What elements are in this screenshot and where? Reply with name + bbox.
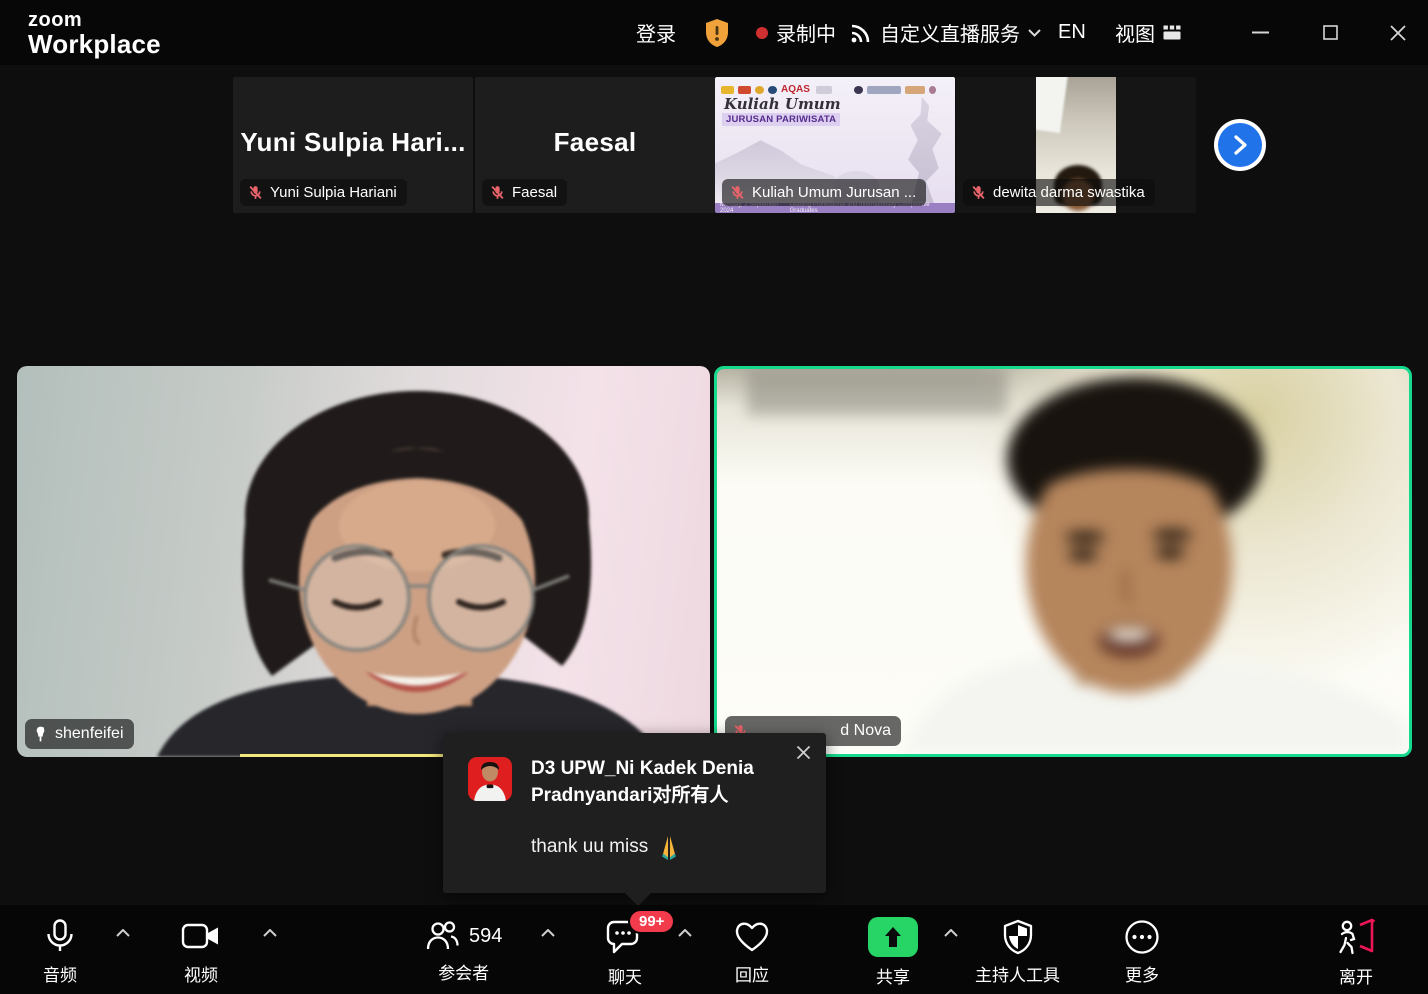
participant-display-name: Faesal xyxy=(475,127,715,158)
chat-options-chevron[interactable] xyxy=(678,929,692,937)
security-warning-icon[interactable] xyxy=(704,0,730,65)
video-button[interactable]: 视频 xyxy=(181,919,221,986)
audio-options-chevron[interactable] xyxy=(116,929,130,937)
main-video-tile-left[interactable]: shenfeifei xyxy=(17,366,710,757)
participants-icon xyxy=(425,919,459,953)
participants-options-chevron[interactable] xyxy=(541,929,555,937)
participants-count: 594 xyxy=(469,925,502,948)
minimize-button[interactable] xyxy=(1230,0,1290,65)
login-button[interactable]: 登录 xyxy=(636,0,676,65)
reactions-button[interactable]: 回应 xyxy=(733,919,771,986)
close-popup-button[interactable] xyxy=(790,739,816,765)
participant-video-thumbnail[interactable]: dewita darma swastika xyxy=(956,77,1196,213)
shared-poster-thumbnail[interactable]: AQAS Kuliah Umum JURUSAN PARIWISATA Mond… xyxy=(715,77,955,213)
record-dot-icon xyxy=(756,27,768,39)
chat-sender: D3 UPW_Ni Kadek Denia Pradnyandari对所有人 xyxy=(531,755,793,809)
language-switcher[interactable]: EN xyxy=(1058,0,1086,65)
participants-button[interactable]: 594 参会者 xyxy=(425,919,502,984)
leave-button[interactable]: 离开 xyxy=(1334,917,1378,988)
participant-name-label: Kuliah Umum Jurusan ... xyxy=(722,179,926,206)
chat-notification-popup[interactable]: D3 UPW_Ni Kadek Denia Pradnyandari对所有人 t… xyxy=(443,733,826,893)
minimize-icon xyxy=(1252,31,1269,34)
camera-icon xyxy=(181,919,221,955)
title-bar: zoom Workplace 登录 录制中 自定义直播服务 EN 视图 xyxy=(0,0,1428,65)
broadcast-icon xyxy=(850,22,872,44)
pin-icon xyxy=(33,726,48,742)
gallery-view-icon xyxy=(1163,25,1181,40)
participant-thumbnail[interactable]: Yuni Sulpia Hari... Yuni Sulpia Hariani xyxy=(233,77,473,213)
close-icon xyxy=(796,745,811,760)
muted-mic-icon xyxy=(971,185,986,200)
paper-sheet xyxy=(1036,77,1068,133)
ellipsis-icon xyxy=(1124,919,1160,955)
view-menu[interactable]: 视图 xyxy=(1115,0,1181,65)
meeting-toolbar: 音频 视频 594 参会者 xyxy=(0,905,1428,994)
maximize-button[interactable] xyxy=(1300,0,1360,65)
person-video-left xyxy=(17,366,710,757)
folded-hands-emoji xyxy=(656,834,682,860)
close-icon xyxy=(1390,25,1406,41)
recording-indicator: 录制中 xyxy=(756,0,836,65)
participant-name-label: Faesal xyxy=(482,179,567,206)
main-video-tile-right[interactable]: d Nova xyxy=(714,366,1412,757)
chevron-down-icon xyxy=(1028,29,1041,37)
host-tools-button[interactable]: 主持人工具 xyxy=(975,919,1060,986)
muted-mic-icon xyxy=(248,185,263,200)
close-window-button[interactable] xyxy=(1368,0,1428,65)
chat-unread-badge: 99+ xyxy=(628,909,675,934)
maximize-icon xyxy=(1323,25,1338,40)
audio-button[interactable]: 音频 xyxy=(43,919,77,986)
video-options-chevron[interactable] xyxy=(263,929,277,937)
leave-meeting-icon xyxy=(1334,917,1378,957)
heart-icon xyxy=(733,919,771,955)
pinned-participant-label: shenfeifei xyxy=(25,719,134,749)
muted-mic-icon xyxy=(730,185,745,200)
chat-message: thank uu miss xyxy=(531,834,682,860)
microphone-icon xyxy=(43,919,77,955)
muted-mic-icon xyxy=(490,185,505,200)
chevron-right-icon xyxy=(1232,135,1248,155)
workplace-logo: Workplace xyxy=(28,29,161,60)
shield-icon xyxy=(1002,919,1034,955)
live-stream-service-menu[interactable]: 自定义直播服务 xyxy=(850,0,1041,65)
participant-thumbnail[interactable]: Faesal Faesal xyxy=(475,77,715,213)
more-button[interactable]: 更多 xyxy=(1124,919,1160,986)
chat-button[interactable]: 99+ 聊天 xyxy=(605,919,645,988)
share-options-chevron[interactable] xyxy=(944,929,958,937)
person-video-right xyxy=(717,369,1409,754)
participant-name-label: dewita darma swastika xyxy=(963,179,1155,206)
share-screen-icon xyxy=(868,917,918,957)
participant-display-name: Yuni Sulpia Hari... xyxy=(233,127,473,158)
sender-avatar xyxy=(468,757,512,801)
share-button[interactable]: 共享 xyxy=(868,917,918,988)
participant-name-label: Yuni Sulpia Hariani xyxy=(240,179,407,206)
next-participants-button[interactable] xyxy=(1218,123,1262,167)
